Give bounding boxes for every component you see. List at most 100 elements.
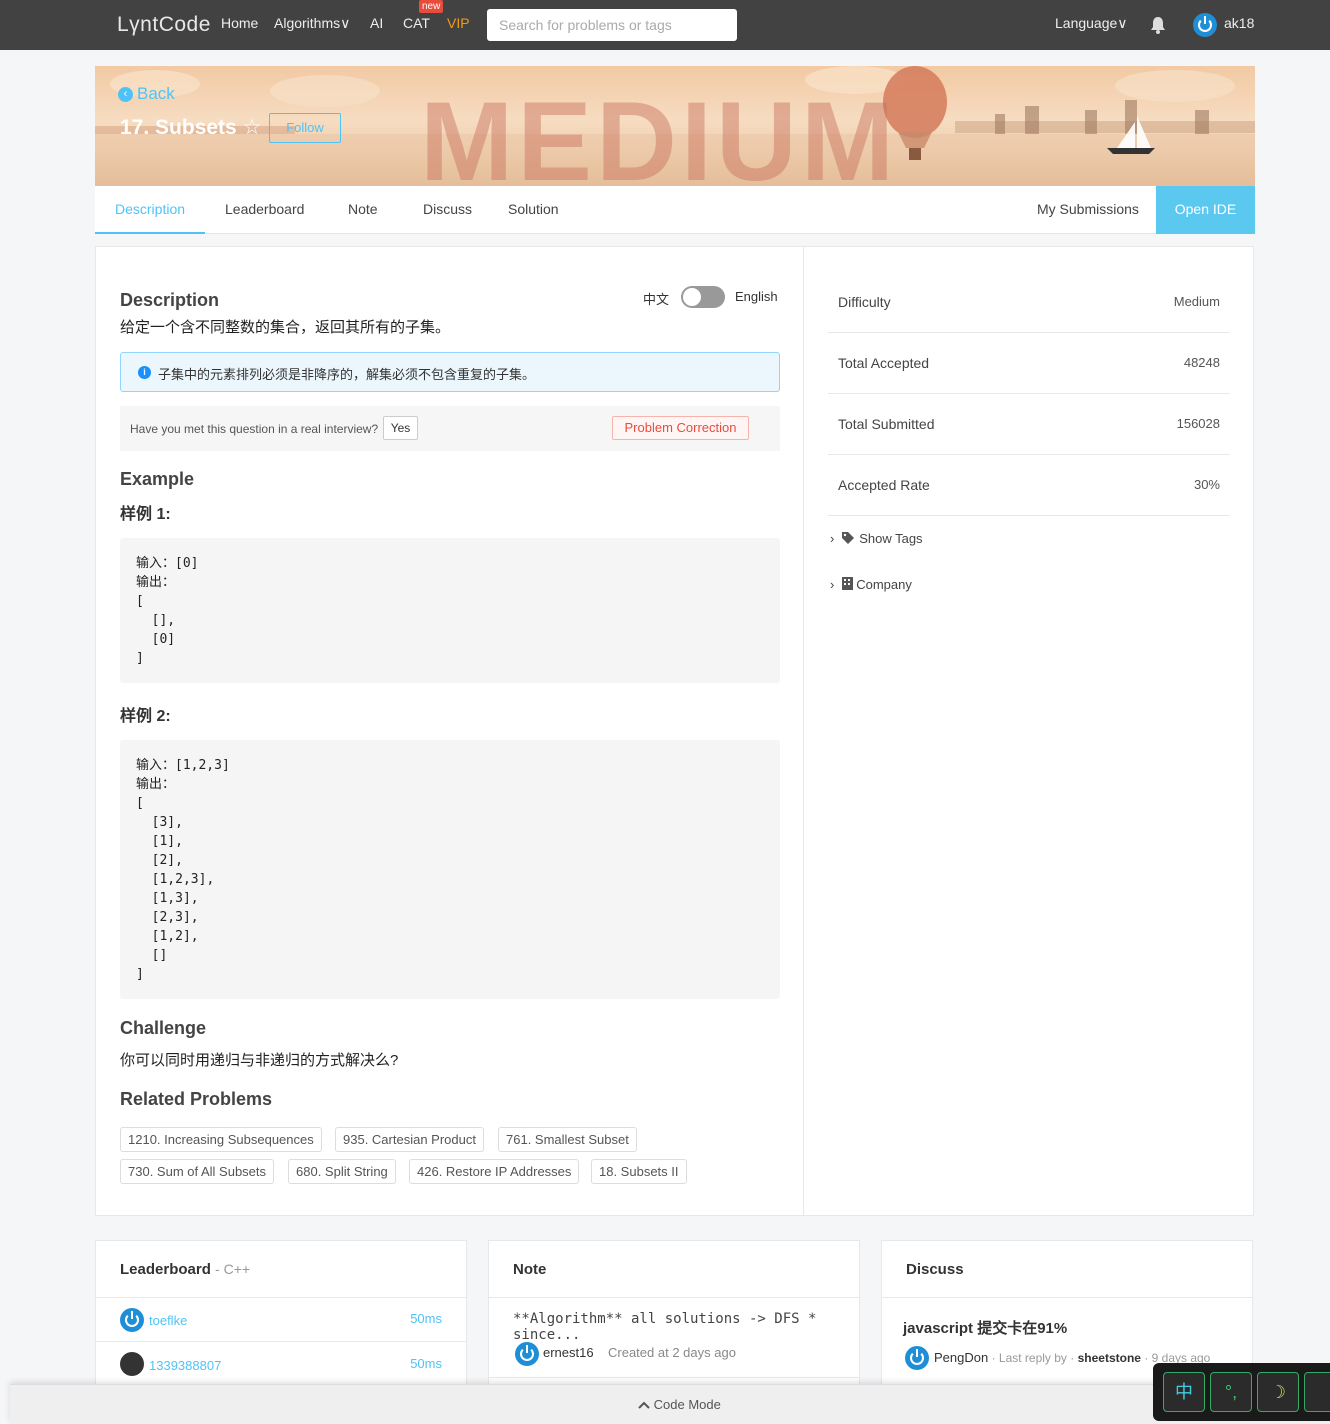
lang-en-label: English [735,289,778,304]
chevron-down-icon: ∨ [1117,15,1128,31]
sample1-code: 输入：[0] 输出： [ [], [0] ] [120,538,780,683]
tab-my-submissions[interactable]: My Submissions [1037,186,1139,234]
divider [882,1297,1252,1298]
tab-description[interactable]: Description [95,186,205,234]
stat-label: Accepted Rate [838,477,930,493]
discuss-card-heading[interactable]: Discuss [906,1261,964,1278]
leaderboard-user[interactable]: toeflke [149,1313,187,1328]
code-mode-bar[interactable]: Code Mode [10,1384,1330,1424]
logo[interactable]: LγntCode [117,13,211,37]
nav-ai[interactable]: AI [370,15,383,31]
avatar[interactable] [905,1346,929,1370]
challenge-text: 你可以同时用递归与非递归的方式解决么? [120,1052,399,1069]
search-input[interactable] [487,9,737,41]
chevron-up-icon [638,1401,650,1409]
example-heading: Example [120,469,195,489]
nav-cat[interactable]: CAT [403,15,430,31]
interview-yes-button[interactable]: Yes [383,416,418,440]
nav-language-label: Language [1055,15,1118,31]
note-alert-text: 子集中的元素排列必须是非降序的，解集必须不包含重复的子集。 [158,367,536,382]
note-card-heading[interactable]: Note [513,1261,546,1278]
lang-zh-label: 中文 [643,292,670,307]
stat-total-submitted: Total Submitted 156028 [828,394,1230,455]
related-problem-tag[interactable]: 761. Smallest Subset [498,1127,637,1152]
bell-icon[interactable] [1150,16,1166,34]
interview-bar: Have you met this question in a real int… [120,406,780,451]
divider [96,1341,466,1342]
challenge-heading: Challenge [120,1018,207,1038]
divider [489,1377,859,1378]
tab-leaderboard[interactable]: Leaderboard [225,186,304,234]
tab-note[interactable]: Note [348,186,378,234]
stat-value: Medium [1173,294,1220,309]
related-problem-tag[interactable]: 1210. Increasing Subsequences [120,1127,322,1152]
follow-button[interactable]: Follow [269,113,341,143]
top-nav: LγntCode Home Algorithms∨ AI CAT new VIP… [0,0,1330,50]
avatar[interactable] [515,1342,539,1366]
nav-language[interactable]: Language∨ [1055,15,1128,32]
related-problem-tag[interactable]: 730. Sum of All Subsets [120,1159,275,1184]
nav-home[interactable]: Home [221,15,258,31]
leaderboard-card-heading[interactable]: Leaderboard - C++ [120,1261,250,1278]
tags-icon [841,532,854,544]
related-problem-tag[interactable]: 18. Subsets II [591,1159,687,1184]
tab-discuss[interactable]: Discuss [423,186,472,234]
stat-accepted-rate: Accepted Rate 30% [828,455,1230,516]
ime-chinese-key[interactable]: 中 [1163,1372,1205,1412]
nav-algorithms-label: Algorithms [274,15,341,31]
stat-label: Difficulty [838,294,891,310]
stat-total-accepted: Total Accepted 48248 [828,333,1230,394]
note-title[interactable]: **Algorithm** all solutions -> DFS * sin… [513,1311,859,1343]
code-mode-toggle[interactable]: Code Mode [638,1397,721,1412]
tab-solution[interactable]: Solution [508,186,559,234]
note-author[interactable]: ernest16 [543,1345,594,1360]
discuss-author[interactable]: PengDon [934,1350,988,1365]
note-alert: i 子集中的元素排列必须是非降序的，解集必须不包含重复的子集。 [120,352,780,392]
discuss-title[interactable]: javascript 提交卡在91% [903,1317,1067,1338]
leaderboard-user[interactable]: 1339388807 [149,1358,221,1373]
problem-title-text: 17. Subsets [120,116,237,139]
back-icon: ‹ [118,87,133,103]
open-ide-button[interactable]: Open IDE [1156,186,1255,234]
ime-extra-key[interactable] [1304,1372,1330,1412]
code-mode-label: Code Mode [653,1397,721,1412]
nav-username[interactable]: ak18 [1224,15,1254,31]
discuss-meta-prefix: · Last reply by · [991,1351,1075,1365]
nav-vip[interactable]: VIP [447,15,470,31]
ime-moon-key[interactable]: ☽ [1257,1372,1299,1412]
chevron-right-icon: › [830,531,835,546]
leaderboard-card-title: Leaderboard [120,1261,211,1278]
stat-value: 156028 [1176,416,1220,431]
avatar[interactable] [120,1308,144,1332]
stat-label: Total Submitted [838,416,935,432]
ime-punct-key[interactable]: °, [1210,1372,1252,1412]
stat-value: 48248 [1183,355,1220,370]
stat-value: 30% [1193,477,1220,492]
avatar[interactable] [120,1352,144,1376]
related-problem-tag[interactable]: 935. Cartesian Product [335,1127,484,1152]
divider [489,1297,859,1298]
discuss-reply-user[interactable]: sheetstone [1078,1351,1141,1365]
problem-correction-button[interactable]: Problem Correction [612,416,749,440]
user-avatar[interactable] [1193,13,1217,37]
language-toggle[interactable] [681,286,725,308]
leaderboard-time: 50ms [410,1356,442,1371]
nav-algorithms[interactable]: Algorithms∨ [274,15,350,32]
chevron-down-icon: ∨ [340,15,351,31]
related-problem-tag[interactable]: 426. Restore IP Addresses [409,1159,580,1184]
problem-title: 17. Subsets ☆ [120,115,261,140]
show-tags-label: Show Tags [859,531,923,546]
description-heading: Description [120,290,220,310]
ime-toolbar: 中 °, ☽ [1153,1363,1330,1421]
stat-label: Total Accepted [838,355,930,371]
show-tags-toggle[interactable]: › Show Tags [830,531,923,546]
info-icon: i [138,366,151,379]
company-toggle[interactable]: › Company [830,577,912,592]
sample2-title: 样例 2: [120,708,171,725]
stat-difficulty: Difficulty Medium [828,272,1230,333]
back-label: Back [137,84,175,103]
star-icon[interactable]: ☆ [243,116,262,139]
related-problem-tag[interactable]: 680. Split String [288,1159,396,1184]
back-link[interactable]: ‹ Back [118,84,175,104]
company-label: Company [856,577,912,592]
